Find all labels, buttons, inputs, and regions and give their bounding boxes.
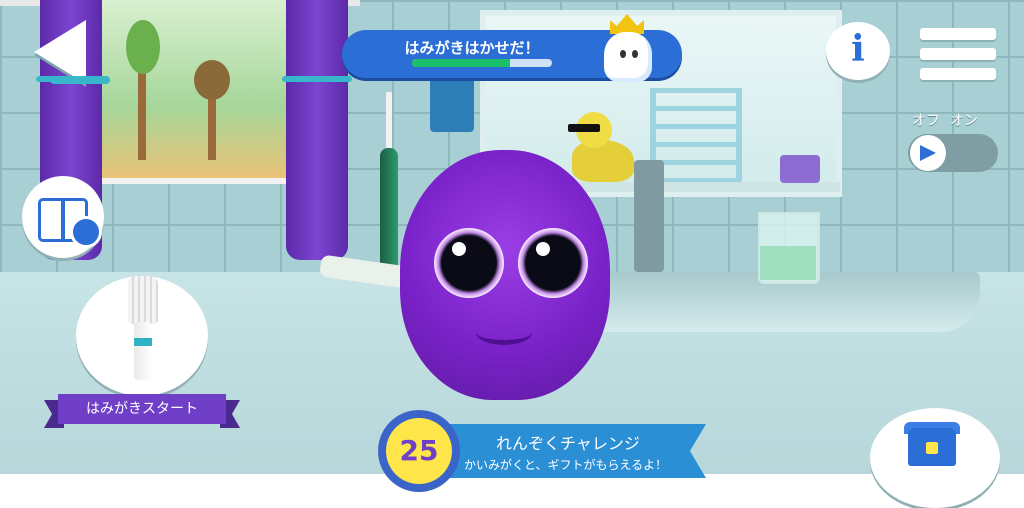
sound-toggle-labels: オフ オン xyxy=(912,110,1002,130)
start-brushing-button[interactable] xyxy=(76,276,208,396)
streak-title: れんぞくチャレンジ xyxy=(496,434,640,453)
faucet xyxy=(634,160,664,272)
start-brushing-ribbon[interactable]: はみがきスタート xyxy=(44,394,240,428)
progress-fill xyxy=(412,59,510,67)
toggle-on-label: オン xyxy=(950,113,978,129)
menu-button[interactable] xyxy=(920,28,996,84)
back-arrow-icon xyxy=(34,20,86,84)
tooth-icon xyxy=(604,32,652,82)
monster-left-eye xyxy=(434,228,504,298)
sound-toggle[interactable] xyxy=(908,134,998,172)
gift-chest-button[interactable] xyxy=(870,408,1000,508)
start-brushing-label: はみがきスタート xyxy=(58,394,226,424)
glass-water xyxy=(760,246,816,280)
hamburger-menu-icon xyxy=(920,28,996,40)
streak-badge: 25 xyxy=(378,410,460,492)
toggle-off-label: オフ xyxy=(912,113,940,129)
crown-icon xyxy=(610,14,644,34)
tooth-badge-icon xyxy=(70,216,102,248)
megaphone-icon xyxy=(920,145,936,161)
streak-count: 25 xyxy=(386,418,452,484)
window-view xyxy=(92,0,314,184)
back-button[interactable] xyxy=(28,20,110,90)
purple-monster-character[interactable] xyxy=(400,150,610,410)
streak-challenge[interactable]: 25 れんぞくチャレンジ かいみがくと、ギフトがもらえるよ！ xyxy=(378,410,706,492)
progress-track xyxy=(412,59,552,67)
monster-right-eye xyxy=(518,228,588,298)
info-icon: i xyxy=(851,28,865,70)
lock-icon xyxy=(926,442,938,454)
progress-title: はみがきはかせだ！ xyxy=(404,39,540,57)
right-curtain xyxy=(282,0,352,260)
info-button[interactable]: i xyxy=(826,22,890,80)
calendar-button[interactable] xyxy=(22,176,104,258)
toothbrush-icon xyxy=(124,276,164,386)
towel xyxy=(430,70,474,132)
back-button-band xyxy=(50,76,110,84)
sunglasses-icon xyxy=(568,124,600,132)
crowned-tooth-icon xyxy=(600,14,656,84)
monster-mouth xyxy=(476,320,532,345)
jar xyxy=(780,155,820,183)
toggle-knob xyxy=(910,135,946,171)
streak-subtitle: かいみがくと、ギフトがもらえるよ！ xyxy=(464,458,668,472)
electric-toothbrush xyxy=(380,92,398,274)
